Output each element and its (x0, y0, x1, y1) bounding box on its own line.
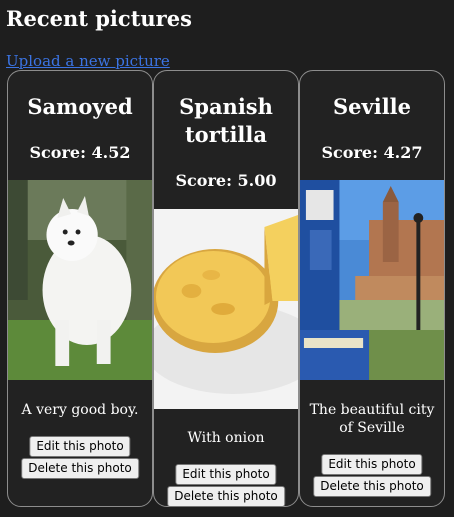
card-caption: The beautiful city of Seville (309, 402, 435, 436)
card-caption: With onion (187, 430, 265, 446)
edit-photo-button[interactable]: Edit this photo (29, 436, 131, 457)
samoyed-photo (8, 180, 152, 380)
card-title: Samoyed (27, 94, 133, 119)
delete-photo-button[interactable]: Delete this photo (313, 476, 431, 497)
seville-photo (300, 180, 444, 380)
tortilla-photo (154, 209, 298, 409)
card-title: Seville (332, 94, 412, 119)
delete-photo-button[interactable]: Delete this photo (167, 486, 285, 507)
photo-card-spanish-tortilla: Spanish tortilla Score: 5.00 With onion … (153, 70, 299, 507)
card-score: Score: 4.27 (321, 143, 423, 162)
card-score: Score: 4.52 (29, 143, 131, 162)
edit-photo-button[interactable]: Edit this photo (175, 464, 277, 485)
card-caption: A very good boy. (21, 402, 139, 418)
card-score: Score: 5.00 (175, 171, 277, 190)
photo-card-seville: Seville Score: 4.27 The beautiful city o… (299, 70, 445, 507)
photo-card-samoyed: Samoyed Score: 4.52 A very good boy. Edi… (7, 70, 153, 507)
edit-photo-button[interactable]: Edit this photo (321, 454, 423, 475)
upload-link[interactable]: Upload a new picture (6, 52, 170, 70)
card-title: Spanish tortilla (179, 94, 273, 147)
delete-photo-button[interactable]: Delete this photo (21, 458, 139, 479)
page-title: Recent pictures (6, 6, 192, 31)
